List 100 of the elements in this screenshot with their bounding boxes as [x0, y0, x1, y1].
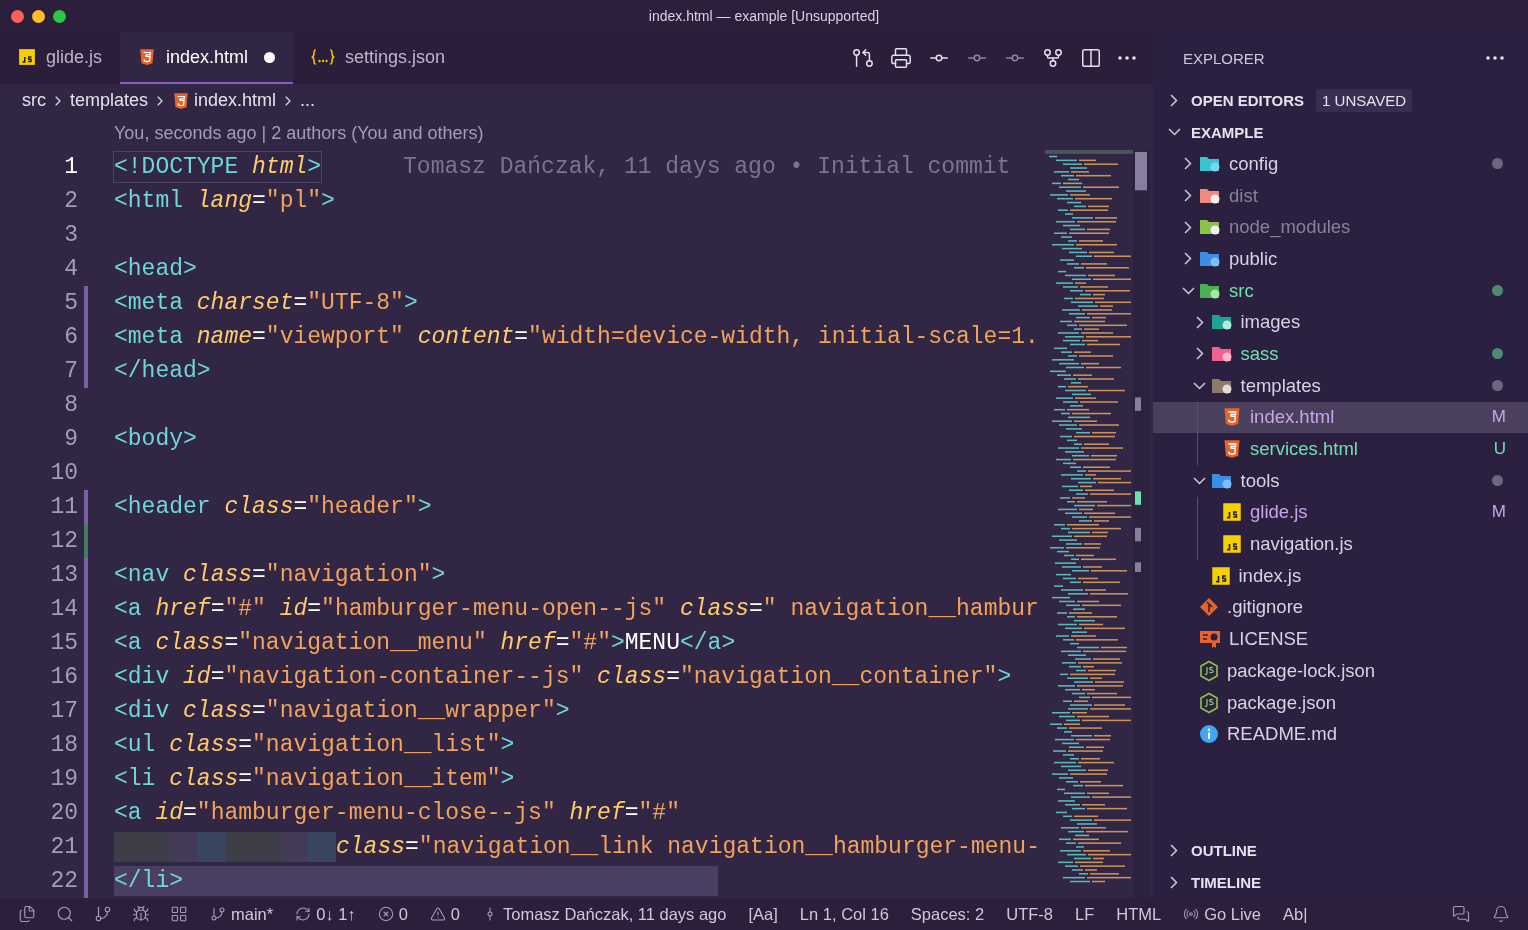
breadcrumb-item[interactable]: index.html: [194, 90, 277, 111]
blame-codelens[interactable]: You, seconds ago | 2 authors (You and others): [114, 123, 484, 144]
file-name: src: [1229, 279, 1254, 302]
tree-row[interactable]: glide.js M: [1153, 496, 1528, 529]
code-line: <header class="header">: [114, 493, 432, 522]
js-file-icon: [1222, 534, 1242, 555]
line-number: 20: [49, 800, 78, 826]
js-file-icon: [18, 48, 36, 66]
tree-row[interactable]: package.json: [1153, 686, 1528, 719]
file-name: index.js: [1238, 564, 1302, 587]
line-number: 10: [49, 460, 78, 486]
line-number: 11: [49, 494, 78, 520]
files-icon[interactable]: [18, 905, 36, 923]
status-item[interactable]: LF: [1074, 904, 1095, 924]
folder-icon: [1199, 186, 1221, 205]
tree-row[interactable]: dist: [1153, 179, 1528, 212]
tree-row[interactable]: index.js: [1153, 559, 1528, 592]
status-item[interactable]: Go Live: [1183, 904, 1262, 924]
file-name: node_modules: [1229, 216, 1351, 239]
code-line: <div class="navigation__wrapper">: [114, 697, 570, 726]
file-name: dist: [1229, 184, 1258, 207]
tree-row[interactable]: config: [1153, 148, 1528, 180]
code-line: <meta charset="UTF-8">: [114, 289, 418, 318]
search-icon[interactable]: [56, 905, 74, 923]
folder-icon: [1199, 218, 1221, 237]
file-name: public: [1229, 247, 1278, 270]
editor-tab[interactable]: index.html: [120, 32, 294, 84]
branch-icon: [210, 906, 226, 922]
extensions-icon[interactable]: [170, 905, 188, 923]
git-status: M: [1491, 502, 1506, 523]
status-item[interactable]: Ab|: [1283, 904, 1308, 924]
git-status: M: [1491, 407, 1506, 428]
tree-row[interactable]: .gitignore: [1153, 591, 1528, 624]
tree-row[interactable]: services.html U: [1153, 433, 1528, 465]
code-line: <nav class="navigation">: [114, 561, 446, 590]
section-header[interactable]: OPEN EDITORS 1 UNSAVED: [1153, 84, 1528, 116]
file-name: tools: [1240, 469, 1280, 492]
line-number: 14: [49, 596, 78, 622]
minimize-button[interactable]: [32, 9, 45, 23]
source-control-icon[interactable]: [94, 905, 112, 923]
html-file-icon: [1222, 407, 1242, 428]
tree-row[interactable]: src: [1153, 274, 1528, 307]
close-button[interactable]: [11, 9, 24, 23]
line-number: 13: [49, 562, 78, 588]
section-header[interactable]: OUTLINE: [1153, 834, 1528, 866]
tree-row[interactable]: package-lock.json: [1153, 655, 1528, 687]
code-line: <meta name="viewport" content="width=device-width, initial-scale=1.: [114, 323, 1039, 352]
tree-row[interactable]: sass: [1153, 338, 1528, 370]
tree-row[interactable]: navigation.js: [1153, 528, 1528, 560]
status-item[interactable]: 0: [377, 904, 408, 924]
window-title: index.html — example [Unsupported]: [648, 8, 880, 24]
tree-row[interactable]: tools: [1153, 464, 1528, 497]
line-number: 1: [63, 154, 78, 180]
status-item[interactable]: HTML: [1116, 904, 1162, 924]
more-actions-button[interactable]: [1486, 56, 1504, 60]
status-item[interactable]: 0↓ 1↑: [295, 904, 356, 924]
tree-row[interactable]: node_modules: [1153, 211, 1528, 244]
line-number: 22: [49, 868, 78, 894]
status-item[interactable]: main*: [210, 904, 274, 924]
more-icon: [1118, 56, 1136, 60]
breadcrumb-item[interactable]: templates: [70, 90, 149, 111]
breadcrumb-item[interactable]: ...: [300, 90, 316, 111]
line-number: 21: [49, 834, 78, 860]
feedback-icon[interactable]: [1452, 905, 1470, 923]
breadcrumb-item[interactable]: src: [22, 90, 46, 111]
tree-row[interactable]: public: [1153, 243, 1528, 275]
tree-row[interactable]: templates: [1153, 369, 1528, 402]
status-item[interactable]: UTF-8: [1006, 904, 1053, 924]
json-file-icon: [311, 48, 336, 66]
code-line: <!DOCTYPE html>: [114, 152, 322, 182]
code-line: <li class="navigation__item">: [114, 765, 515, 794]
code-line: <a class="navigation__menu" href="#">MENU</a>: [114, 629, 736, 658]
file-name: README.md: [1227, 723, 1337, 746]
sync-icon: [295, 906, 312, 922]
status-item[interactable]: Tomasz Dańczak, 11 days ago: [482, 904, 727, 924]
tree-row[interactable]: LICENSE: [1153, 623, 1528, 655]
status-item[interactable]: 0: [429, 904, 460, 924]
line-number: 3: [63, 222, 78, 248]
tree-row[interactable]: README.md: [1153, 718, 1528, 751]
tree-row[interactable]: images: [1153, 306, 1528, 339]
notifications-icon[interactable]: [1492, 905, 1510, 923]
section-header[interactable]: TIMELINE: [1153, 866, 1528, 898]
maximize-button[interactable]: [53, 9, 66, 23]
line-number: 7: [63, 358, 78, 384]
code-line: <div id="navigation-container--js" class="navigation__container">: [114, 663, 1012, 692]
more-icon: [1486, 56, 1504, 60]
folder-icon: [1210, 376, 1233, 395]
folder-icon: [1199, 281, 1221, 300]
status-item[interactable]: [Aa]: [748, 904, 778, 924]
section-header[interactable]: EXAMPLE: [1153, 116, 1528, 148]
status-item[interactable]: Ln 1, Col 16: [799, 904, 889, 924]
debug-icon[interactable]: [132, 905, 150, 923]
tree-row[interactable]: index.html M: [1153, 401, 1528, 434]
sidebar-title: EXPLORER: [1183, 49, 1265, 67]
code-line: class="navigation__link navigation__hamburger-menu-: [336, 833, 1040, 862]
broadcast-icon: [1183, 906, 1200, 922]
file-name: config: [1229, 152, 1279, 175]
code-line: </head>: [114, 357, 211, 386]
status-item[interactable]: Spaces: 2: [910, 904, 985, 924]
file-name: services.html: [1250, 438, 1358, 461]
